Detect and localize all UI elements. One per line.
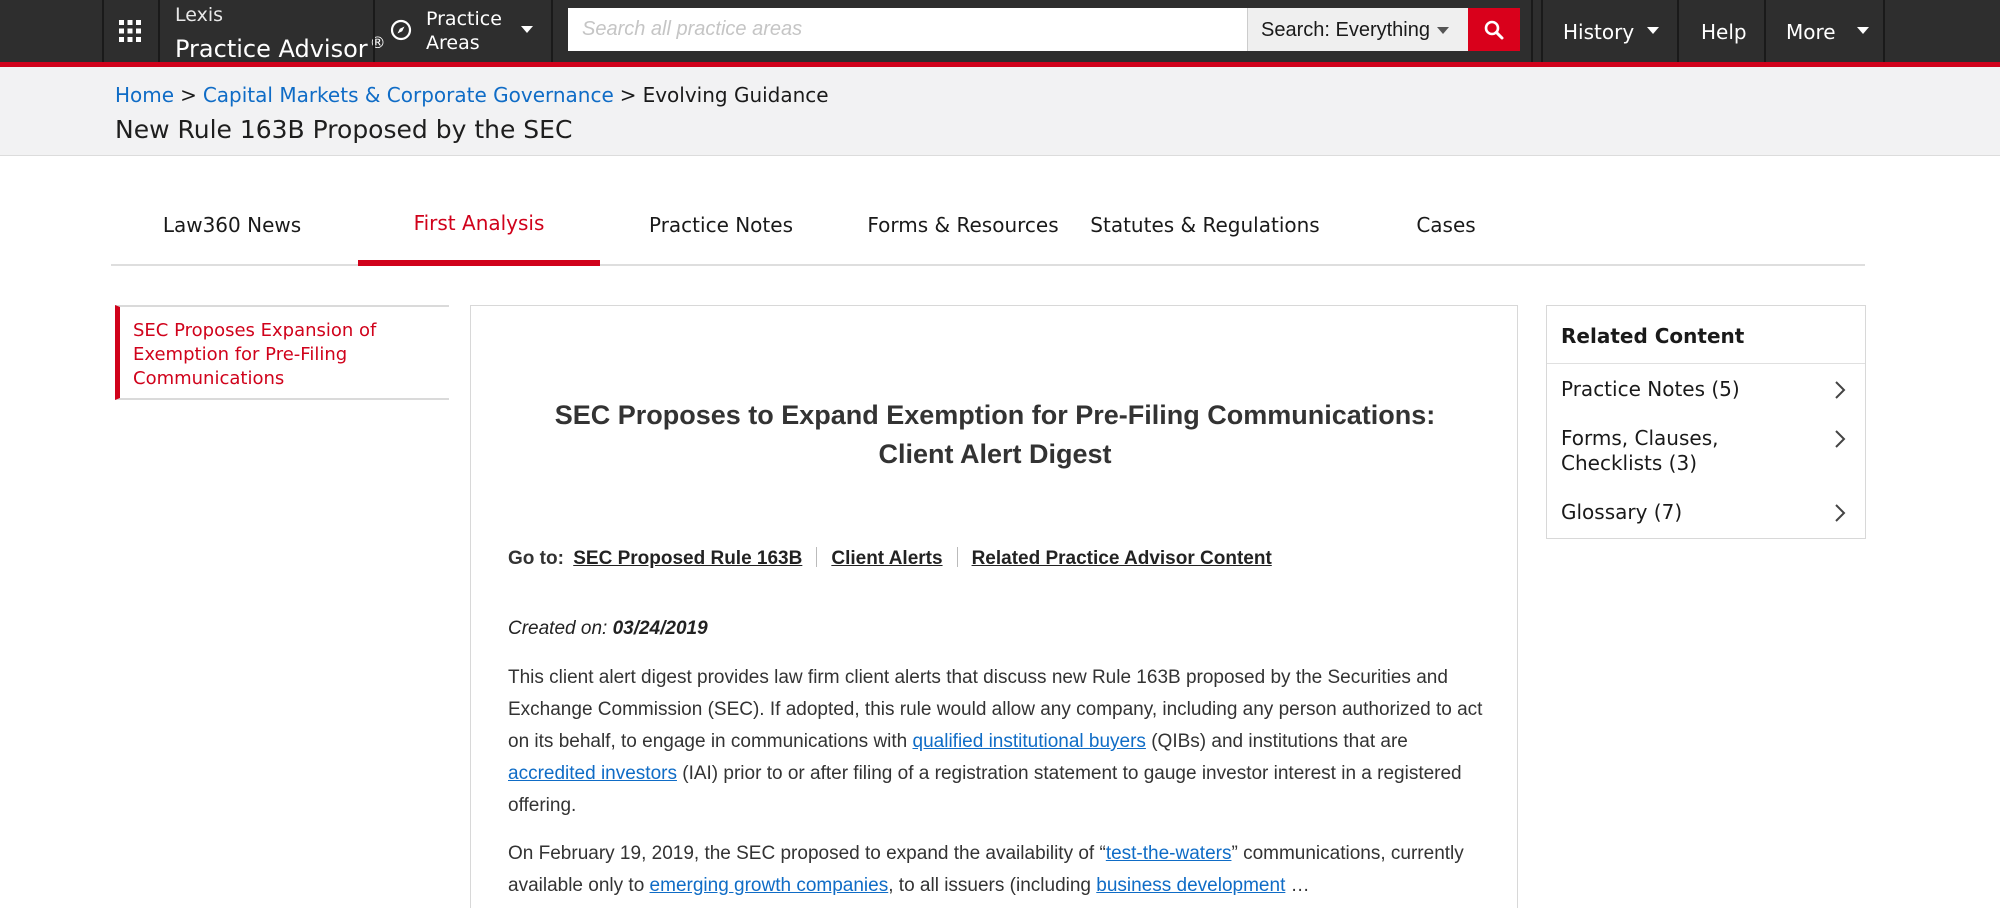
breadcrumb-home[interactable]: Home	[115, 83, 174, 107]
breadcrumb-current: Evolving Guidance	[642, 83, 829, 107]
more-menu[interactable]: More	[1766, 0, 1883, 62]
divider	[158, 0, 160, 62]
divider	[956, 547, 958, 567]
document-title-line2: Client Alert Digest	[878, 439, 1112, 469]
paragraph-text: , to all issuers (including	[888, 875, 1097, 896]
paragraph-intro: This client alert digest provides law fi…	[508, 662, 1498, 822]
compass-icon	[390, 19, 412, 41]
history-label: History	[1563, 20, 1635, 44]
divider	[1531, 0, 1533, 62]
created-label: Created on:	[508, 618, 608, 639]
document-panel: SEC Proposes to Expand Exemption for Pre…	[470, 305, 1518, 908]
toc-item[interactable]: SEC Proposes Expansion of Exemption for …	[115, 305, 449, 400]
chevron-right-icon	[1835, 430, 1846, 448]
tab-practice-notes[interactable]: Practice Notes	[600, 186, 842, 264]
caret-down-icon	[1437, 27, 1449, 34]
caret-down-icon	[521, 26, 533, 33]
link-business-development[interactable]: business development	[1096, 875, 1285, 896]
related-item-label: Glossary (7)	[1561, 500, 1683, 524]
divider	[373, 0, 375, 62]
brand-name: Practice Advisor	[175, 35, 368, 63]
search-scope-label: Search: Everything	[1261, 19, 1430, 41]
divider	[816, 547, 818, 567]
paragraph-text: …	[1285, 875, 1310, 896]
apps-grid-icon	[119, 20, 141, 42]
related-item-forms-clauses-checklists[interactable]: Forms, Clauses, Checklists (3)	[1547, 426, 1865, 478]
tab-first-analysis[interactable]: First Analysis	[358, 186, 600, 266]
chevron-right-icon	[1835, 381, 1846, 399]
goto-label: Go to:	[508, 548, 564, 569]
document-title: SEC Proposes to Expand Exemption for Pre…	[471, 396, 1519, 474]
goto-link-client-alerts[interactable]: Client Alerts	[831, 548, 942, 569]
search-icon	[1484, 20, 1504, 39]
link-emerging-growth-companies[interactable]: emerging growth companies	[650, 875, 889, 896]
tab-forms-resources[interactable]: Forms & Resources	[842, 186, 1084, 264]
top-navigation-bar: Lexis Practice Advisor ® Practice Areas S…	[0, 0, 2000, 65]
goto-links: Go to: SEC Proposed Rule 163B Client Aler…	[508, 547, 1272, 570]
breadcrumb: Home > Capital Markets & Corporate Governa…	[115, 83, 829, 107]
content-tabs: Law360 News First Analysis Practice Note…	[111, 186, 1865, 266]
created-date: Created on: 03/24/2019	[508, 618, 708, 640]
related-item-practice-notes[interactable]: Practice Notes (5)	[1547, 377, 1865, 407]
brand-logo[interactable]: Lexis Practice Advisor ®	[175, 3, 386, 65]
practice-areas-line2: Areas	[426, 32, 480, 54]
related-content-title: Related Content	[1561, 324, 1745, 348]
tab-statutes-regulations[interactable]: Statutes & Regulations	[1084, 186, 1326, 264]
link-accredited-investors[interactable]: accredited investors	[508, 763, 677, 784]
search-scope-dropdown[interactable]: Search: Everything	[1247, 8, 1468, 51]
tab-law360-news[interactable]: Law360 News	[111, 186, 353, 264]
help-link[interactable]: Help	[1679, 0, 1764, 62]
goto-link-proposed-rule[interactable]: SEC Proposed Rule 163B	[573, 548, 802, 569]
tab-cases[interactable]: Cases	[1325, 186, 1567, 264]
breadcrumb-separator: >	[180, 83, 197, 107]
brand-line2: Practice Advisor ®	[175, 27, 386, 65]
practice-areas-dropdown[interactable]: Practice Areas	[377, 0, 549, 62]
chevron-right-icon	[1835, 504, 1846, 522]
brand-line1: Lexis	[175, 4, 224, 26]
divider	[551, 0, 553, 62]
caret-down-icon	[1857, 27, 1869, 34]
breadcrumb-section[interactable]: Capital Markets & Corporate Governance	[203, 83, 614, 107]
document-title-line1: SEC Proposes to Expand Exemption for Pre…	[554, 400, 1436, 430]
practice-areas-label: Practice Areas	[426, 7, 502, 55]
paragraph-background: On February 19, 2019, the SEC proposed t…	[508, 838, 1498, 902]
paragraph-text: (QIBs) and institutions that are	[1145, 731, 1408, 752]
goto-link-related-content[interactable]: Related Practice Advisor Content	[972, 548, 1272, 569]
related-item-label: Forms, Clauses, Checklists (3)	[1561, 426, 1719, 475]
app-launcher-button[interactable]	[102, 0, 158, 62]
link-test-the-waters[interactable]: test-the-waters	[1106, 843, 1232, 864]
breadcrumb-separator: >	[619, 83, 637, 107]
history-menu[interactable]: History	[1543, 0, 1677, 62]
related-content-panel: Related Content Practice Notes (5) Forms…	[1546, 305, 1866, 539]
link-qualified-institutional-buyers[interactable]: qualified institutional buyers	[913, 731, 1146, 752]
related-item-glossary[interactable]: Glossary (7)	[1547, 500, 1865, 530]
practice-areas-line1: Practice	[426, 8, 502, 30]
search-input[interactable]	[568, 8, 1247, 51]
related-content-header: Related Content	[1547, 306, 1865, 364]
related-item-label: Practice Notes (5)	[1561, 377, 1740, 401]
created-value: 03/24/2019	[612, 618, 708, 639]
search-button[interactable]	[1468, 8, 1520, 51]
help-label: Help	[1701, 20, 1747, 44]
toc-item-label: SEC Proposes Expansion of Exemption for …	[133, 320, 377, 389]
more-label: More	[1786, 20, 1836, 44]
page-title: New Rule 163B Proposed by the SEC	[115, 115, 573, 144]
paragraph-text: On February 19, 2019, the SEC proposed t…	[508, 843, 1106, 864]
divider	[1883, 0, 1885, 62]
caret-down-icon	[1647, 27, 1659, 34]
